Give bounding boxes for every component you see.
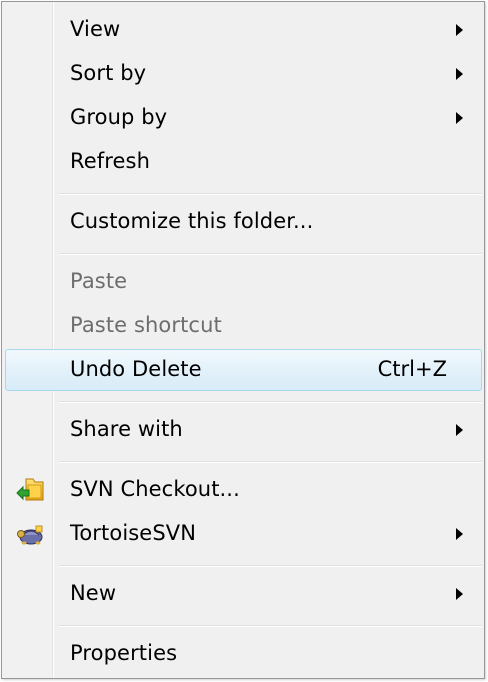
menu-separator	[59, 461, 482, 463]
menu-item-customize-folder[interactable]: Customize this folder...	[5, 201, 482, 243]
menu-item-label: TortoiseSVN	[70, 521, 197, 545]
menu-item-label: Customize this folder...	[70, 209, 314, 233]
submenu-arrow-icon	[456, 24, 463, 36]
menu-item-properties[interactable]: Properties	[5, 633, 482, 675]
menu-item-svn-checkout[interactable]: SVN Checkout...	[5, 469, 482, 511]
submenu-arrow-icon	[456, 424, 463, 436]
menu-item-share-with[interactable]: Share with	[5, 409, 482, 451]
menu-item-label: Sort by	[70, 61, 147, 85]
submenu-arrow-icon	[456, 528, 463, 540]
menu-item-label: Paste	[70, 269, 128, 293]
menu-item-label: Group by	[70, 105, 168, 129]
menu-item-label: Share with	[70, 417, 183, 441]
menu-item-tortoisesvn[interactable]: TortoiseSVN	[5, 513, 482, 555]
svn-checkout-icon	[16, 478, 44, 501]
menu-item-undo-delete[interactable]: Undo Delete Ctrl+Z	[5, 349, 482, 391]
submenu-arrow-icon	[456, 68, 463, 80]
keyboard-shortcut: Ctrl+Z	[377, 357, 447, 381]
submenu-arrow-icon	[456, 588, 463, 600]
menu-item-view[interactable]: View	[5, 9, 482, 51]
menu-separator	[59, 193, 482, 195]
menu-item-sort-by[interactable]: Sort by	[5, 53, 482, 95]
menu-item-label: Paste shortcut	[70, 313, 222, 337]
menu-item-label: Undo Delete	[70, 357, 202, 381]
menu-item-label: New	[70, 581, 117, 605]
context-menu: View Sort by Group by Refresh Customize …	[1, 1, 485, 679]
tortoisesvn-icon	[17, 525, 43, 545]
menu-item-paste-shortcut: Paste shortcut	[5, 305, 482, 347]
menu-item-new[interactable]: New	[5, 573, 482, 615]
menu-separator	[59, 625, 482, 627]
menu-item-group-by[interactable]: Group by	[5, 97, 482, 139]
menu-item-label: View	[70, 17, 121, 41]
menu-separator	[59, 253, 482, 255]
menu-item-label: SVN Checkout...	[70, 477, 240, 501]
menu-item-paste: Paste	[5, 261, 482, 303]
menu-separator	[59, 401, 482, 403]
submenu-arrow-icon	[456, 112, 463, 124]
menu-item-label: Properties	[70, 641, 178, 665]
menu-item-label: Refresh	[70, 149, 151, 173]
menu-separator	[59, 565, 482, 567]
menu-item-refresh[interactable]: Refresh	[5, 141, 482, 183]
